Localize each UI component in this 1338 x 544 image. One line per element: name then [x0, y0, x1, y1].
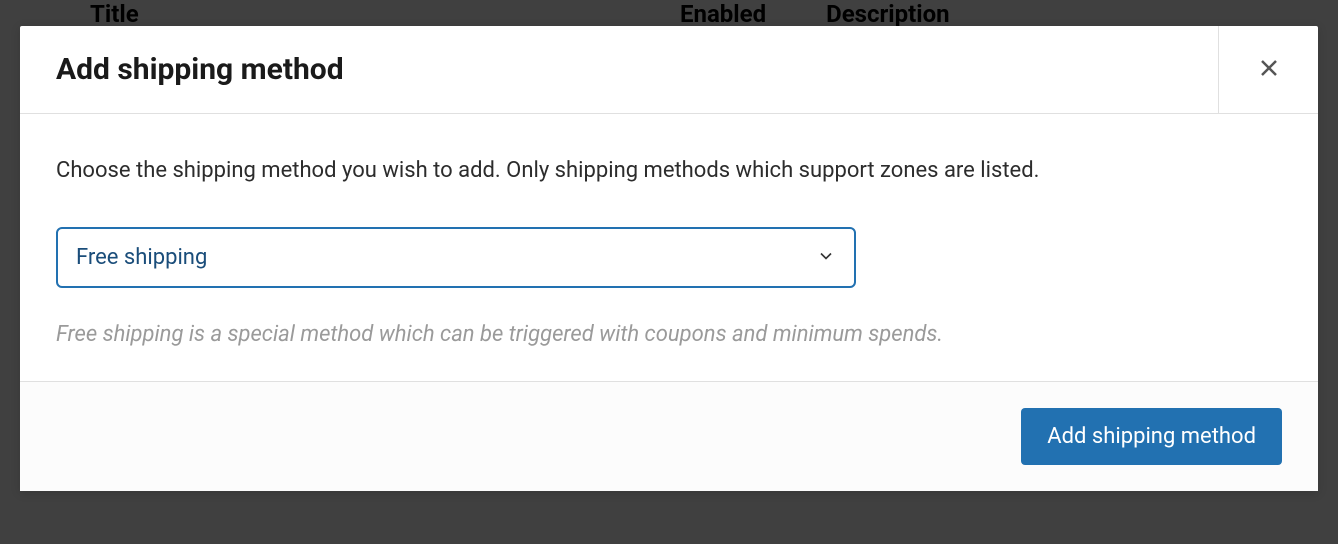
modal-header: Add shipping method [20, 26, 1318, 114]
add-shipping-method-button[interactable]: Add shipping method [1021, 408, 1282, 465]
modal-footer: Add shipping method [20, 381, 1318, 491]
close-button[interactable] [1249, 50, 1289, 90]
modal-body: Choose the shipping method you wish to a… [20, 114, 1318, 381]
background-table-header: Title Enabled Description [0, 0, 1338, 28]
instruction-text: Choose the shipping method you wish to a… [56, 154, 1282, 187]
column-header-title: Title [90, 0, 620, 28]
close-button-container [1218, 26, 1318, 113]
add-shipping-method-modal: Add shipping method Choose the shipping … [20, 26, 1318, 491]
shipping-method-select-wrapper: Free shipping [56, 227, 856, 288]
column-header-description: Description [826, 0, 950, 28]
modal-title: Add shipping method [20, 26, 1218, 113]
method-description-text: Free shipping is a special method which … [56, 320, 1282, 351]
close-icon [1257, 56, 1281, 83]
column-header-enabled: Enabled [680, 0, 766, 28]
shipping-method-select[interactable]: Free shipping [56, 227, 856, 288]
